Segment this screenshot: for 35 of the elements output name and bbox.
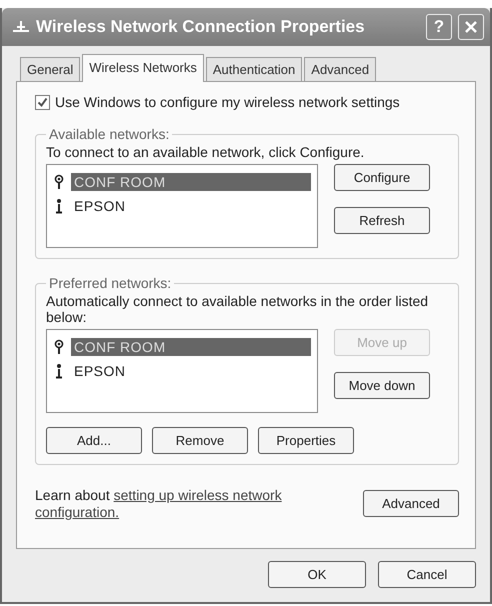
close-button[interactable] bbox=[458, 14, 484, 40]
description: Automatically connect to available networks in the order listed below: bbox=[46, 293, 430, 325]
stand-icon bbox=[53, 198, 65, 214]
dialog-button[interactable]: Cancel bbox=[378, 561, 476, 588]
dialog-button[interactable]: OK bbox=[268, 561, 366, 588]
group-label: Available networks: bbox=[48, 126, 170, 142]
tab[interactable]: Advanced bbox=[304, 57, 376, 81]
advanced-button[interactable]: Advanced bbox=[363, 490, 459, 518]
tab[interactable]: Authentication bbox=[206, 57, 302, 81]
side-button[interactable]: Refresh bbox=[334, 207, 430, 234]
network-item[interactable]: EPSON bbox=[71, 362, 311, 380]
help-text: Learn about bbox=[35, 487, 110, 503]
network-icon bbox=[12, 20, 30, 34]
help-button[interactable]: ? bbox=[426, 14, 452, 40]
close-icon bbox=[463, 19, 479, 35]
checkbox-label: Use Windows to configure my wireless network settings bbox=[55, 94, 400, 110]
description: To connect to an available network, click Configure. bbox=[46, 144, 366, 160]
network-item[interactable]: EPSON bbox=[71, 197, 311, 215]
antenna-icon bbox=[53, 174, 65, 190]
action-button[interactable]: Add... bbox=[46, 427, 142, 454]
action-button[interactable]: Properties bbox=[258, 427, 354, 454]
group-label: Preferred networks: bbox=[48, 275, 172, 291]
antenna-icon bbox=[53, 339, 65, 355]
stand-icon bbox=[53, 363, 65, 379]
action-button[interactable]: Remove bbox=[152, 427, 248, 454]
tab[interactable]: Wireless Networks bbox=[82, 54, 204, 82]
side-button[interactable]: Configure bbox=[334, 164, 430, 191]
window-title: Wireless Network Connection Properties bbox=[36, 17, 366, 37]
help-link[interactable]: configuration. bbox=[35, 504, 120, 520]
checkbox[interactable] bbox=[35, 94, 50, 110]
network-item[interactable]: CONF ROOM bbox=[71, 338, 311, 356]
network-item[interactable]: CONF ROOM bbox=[71, 173, 311, 191]
help-link[interactable]: setting up wireless network bbox=[114, 487, 282, 503]
tab[interactable]: General bbox=[20, 57, 80, 81]
side-button[interactable]: Move down bbox=[334, 372, 430, 399]
